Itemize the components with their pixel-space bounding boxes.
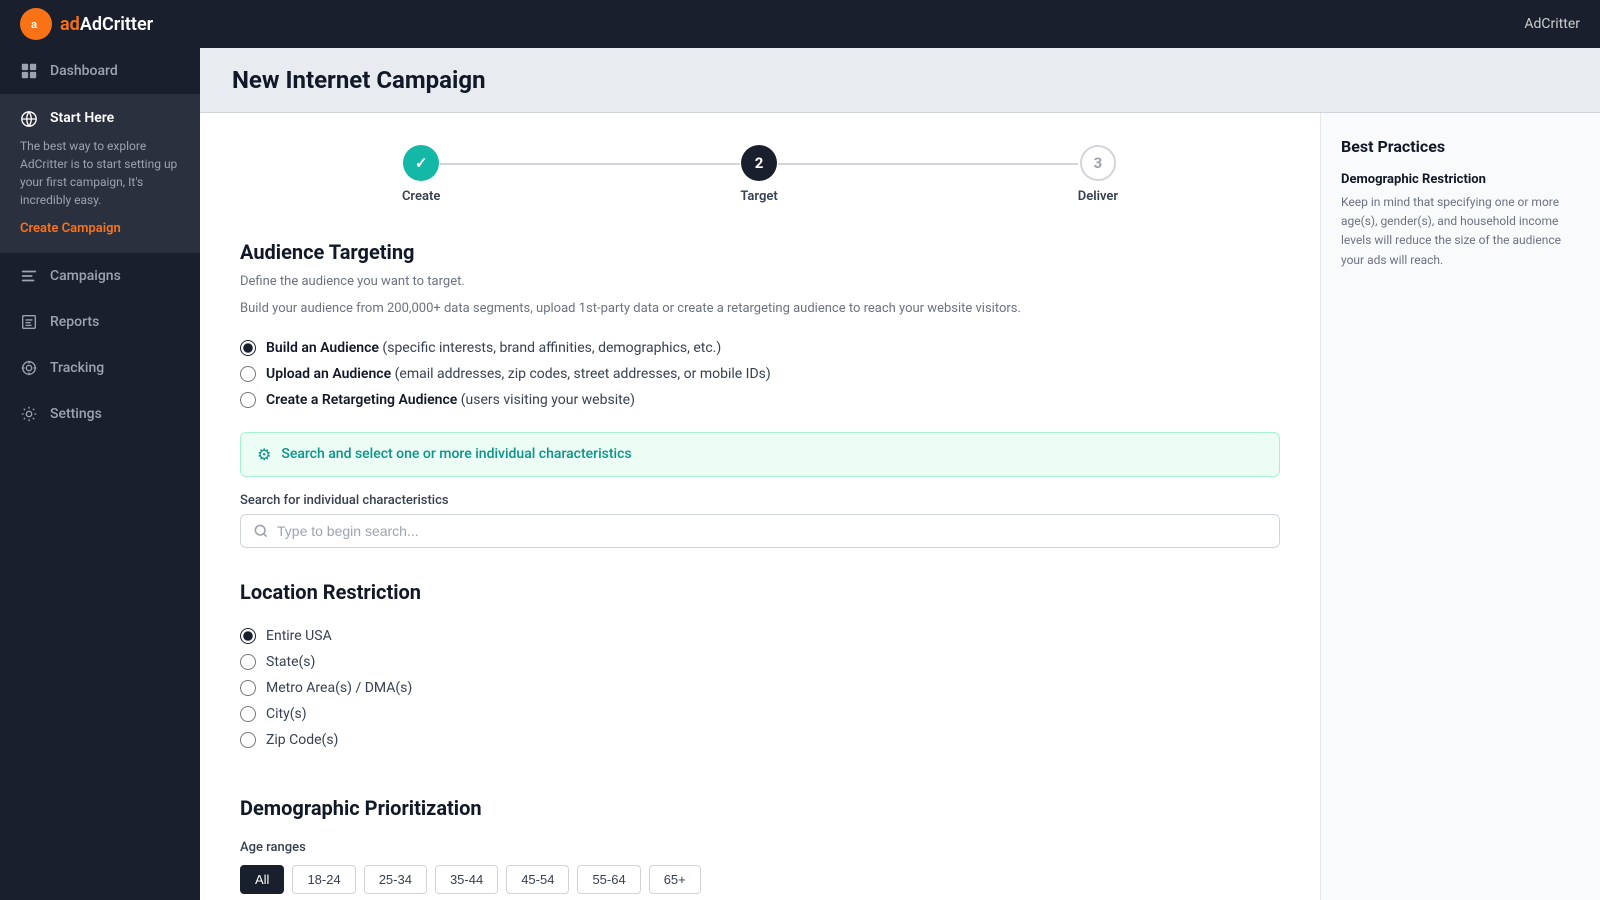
page-header: New Internet Campaign	[200, 48, 1600, 113]
audience-type-radio-group: Build an Audience (specific interests, b…	[240, 340, 1280, 408]
top-nav: a adAdCritter AdCritter	[0, 0, 1600, 48]
bp-item-0-title: Demographic Restriction	[1341, 172, 1580, 187]
char-search-bar[interactable]: ⚙ Search and select one or more individu…	[240, 432, 1280, 477]
sidebar: Dashboard Start Here The best way to exp…	[0, 48, 200, 900]
demographic-title: Demographic Prioritization	[240, 796, 1280, 820]
reports-icon	[20, 313, 38, 331]
best-practices-title: Best Practices	[1341, 137, 1580, 156]
stepper: ✓ Create 2 Target 3 Deliver	[240, 145, 1280, 204]
age-btn-35-44[interactable]: 35-44	[435, 865, 498, 894]
audience-targeting-title: Audience Targeting	[240, 240, 1280, 264]
tracking-icon	[20, 359, 38, 377]
step-deliver-circle: 3	[1080, 145, 1116, 181]
main-content: New Internet Campaign ✓ Create 2 Target	[200, 48, 1600, 900]
logo-area: a adAdCritter	[20, 8, 153, 40]
radio-city[interactable]: City(s)	[240, 706, 1280, 722]
age-btn-45-54[interactable]: 45-54	[506, 865, 569, 894]
sidebar-label-reports: Reports	[50, 314, 99, 330]
audience-targeting-desc2: Build your audience from 200,000+ data s…	[240, 299, 1280, 320]
step-create-circle: ✓	[403, 145, 439, 181]
step-connector-2	[778, 163, 1078, 165]
search-icon	[253, 523, 269, 539]
globe-icon	[20, 110, 38, 128]
radio-metro-input[interactable]	[240, 680, 256, 696]
radio-build-audience[interactable]: Build an Audience (specific interests, b…	[240, 340, 1280, 356]
radio-upload-audience[interactable]: Upload an Audience (email addresses, zip…	[240, 366, 1280, 382]
age-btn-18-24[interactable]: 18-24	[292, 865, 355, 894]
audience-targeting-section: Audience Targeting Define the audience y…	[240, 240, 1280, 548]
bp-item-0-text: Keep in mind that specifying one or more…	[1341, 193, 1580, 270]
audience-targeting-desc1: Define the audience you want to target.	[240, 272, 1280, 293]
age-btn-all[interactable]: All	[240, 865, 284, 894]
step-connector-1	[440, 163, 740, 165]
start-here-desc: The best way to explore AdCritter is to …	[20, 137, 180, 209]
step-create: ✓ Create	[402, 145, 440, 204]
sidebar-label-settings: Settings	[50, 406, 102, 422]
char-search-bar-text: Search and select one or more individual…	[281, 446, 631, 462]
radio-zip[interactable]: Zip Code(s)	[240, 732, 1280, 748]
radio-states[interactable]: State(s)	[240, 654, 1280, 670]
create-campaign-link[interactable]: Create Campaign	[20, 219, 180, 239]
radio-entire-usa[interactable]: Entire USA	[240, 628, 1280, 644]
char-search-icon: ⚙	[257, 445, 271, 464]
start-here-label: Start Here	[50, 108, 114, 129]
radio-metro[interactable]: Metro Area(s) / DMA(s)	[240, 680, 1280, 696]
radio-usa-input[interactable]	[240, 628, 256, 644]
search-input-wrapper	[240, 514, 1280, 548]
radio-retargeting-audience[interactable]: Create a Retargeting Audience (users vis…	[240, 392, 1280, 408]
campaigns-icon	[20, 267, 38, 285]
age-btn-25-34[interactable]: 25-34	[364, 865, 427, 894]
page-title: New Internet Campaign	[232, 66, 1568, 94]
sidebar-item-settings[interactable]: Settings	[0, 391, 200, 437]
radio-upload-input[interactable]	[240, 366, 256, 382]
radio-build-input[interactable]	[240, 340, 256, 356]
age-btn-65plus[interactable]: 65+	[649, 865, 701, 894]
step-target: 2 Target	[740, 145, 777, 204]
logo-text: adAdCritter	[60, 14, 153, 35]
sidebar-label-tracking: Tracking	[50, 360, 104, 376]
location-restriction-title: Location Restriction	[240, 580, 1280, 604]
sidebar-item-reports[interactable]: Reports	[0, 299, 200, 345]
form-panel: ✓ Create 2 Target 3 Deliver	[200, 113, 1320, 900]
step-target-circle: 2	[741, 145, 777, 181]
step-create-label: Create	[402, 189, 440, 204]
age-ranges-label: Age ranges	[240, 840, 1280, 855]
bp-item-0: Demographic Restriction Keep in mind tha…	[1341, 172, 1580, 270]
age-btn-55-64[interactable]: 55-64	[577, 865, 640, 894]
demographic-section: Demographic Prioritization Age ranges Al…	[240, 796, 1280, 894]
svg-text:a: a	[31, 19, 38, 31]
step-target-label: Target	[740, 189, 777, 204]
radio-zip-input[interactable]	[240, 732, 256, 748]
radio-states-input[interactable]	[240, 654, 256, 670]
sidebar-item-dashboard[interactable]: Dashboard	[0, 48, 200, 94]
sidebar-label-dashboard: Dashboard	[50, 63, 118, 79]
sidebar-item-tracking[interactable]: Tracking	[0, 345, 200, 391]
content-area: ✓ Create 2 Target 3 Deliver	[200, 113, 1600, 900]
radio-city-input[interactable]	[240, 706, 256, 722]
settings-icon	[20, 405, 38, 423]
radio-retargeting-input[interactable]	[240, 392, 256, 408]
sidebar-item-campaigns[interactable]: Campaigns	[0, 253, 200, 299]
search-field-label: Search for individual characteristics	[240, 493, 1280, 508]
logo-icon: a	[20, 8, 52, 40]
step-deliver: 3 Deliver	[1078, 145, 1118, 204]
right-panel: Best Practices Demographic Restriction K…	[1320, 113, 1600, 900]
nav-user: AdCritter	[1524, 16, 1580, 32]
search-input[interactable]	[277, 523, 1267, 539]
dashboard-icon	[20, 62, 38, 80]
sidebar-label-campaigns: Campaigns	[50, 268, 121, 284]
sidebar-item-start-here[interactable]: Start Here The best way to explore AdCri…	[0, 94, 200, 253]
location-radio-group: Entire USA State(s) Metro Area(s) / DMA(…	[240, 628, 1280, 748]
step-deliver-label: Deliver	[1078, 189, 1118, 204]
age-ranges: All 18-24 25-34 35-44 45-54 55-64 65+	[240, 865, 1280, 894]
location-restriction-section: Location Restriction Entire USA State(s)	[240, 580, 1280, 748]
